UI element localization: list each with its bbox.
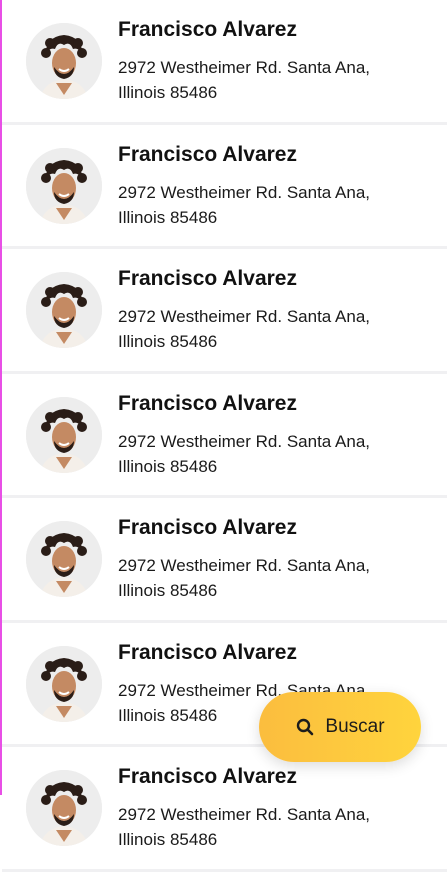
contact-address: 2972 Westheimer Rd. Santa Ana, Illinois …: [118, 429, 388, 479]
contact-address: 2972 Westheimer Rd. Santa Ana, Illinois …: [118, 180, 388, 230]
contact-name: Francisco Alvarez: [118, 391, 297, 415]
list-item[interactable]: Francisco Alvarez 2972 Westheimer Rd. Sa…: [2, 124, 447, 249]
list-item[interactable]: Francisco Alvarez 2972 Westheimer Rd. Sa…: [2, 0, 447, 125]
avatar-icon: [26, 147, 102, 224]
avatar: [26, 272, 102, 348]
contact-name: Francisco Alvarez: [118, 267, 297, 290]
avatar: [26, 147, 102, 224]
list-item[interactable]: Francisco Alvarez 2972 Westheimer Rd. Sa…: [2, 498, 447, 623]
list-item[interactable]: Francisco Alvarez 2972 Westheimer Rd. Sa…: [2, 747, 447, 872]
contact-address-line2: Illinois 85486: [118, 207, 218, 227]
avatar: [26, 521, 102, 597]
contact-address: 2972 Westheimer Rd. Santa Ana, Illinois …: [118, 55, 388, 105]
contact-address-line1: 2972 Westheimer Rd. Santa Ana,: [118, 58, 371, 77]
avatar-icon: [26, 770, 102, 846]
contact-name: Francisco Alvarez: [118, 142, 297, 166]
contact-address-line2: Illinois 85486: [118, 456, 218, 476]
contact-address-line1: 2972 Westheimer Rd. Santa Ana,: [118, 805, 371, 824]
avatar-icon: [26, 272, 102, 348]
contact-address-line2: Illinois 85486: [118, 581, 218, 600]
contact-address-line1: 2972 Westheimer Rd. Santa Ana,: [118, 556, 371, 575]
avatar-icon: [26, 521, 102, 597]
contact-address-line1: 2972 Westheimer Rd. Santa Ana,: [118, 307, 371, 326]
contact-name: Francisco Alvarez: [118, 640, 297, 664]
avatar-icon: [26, 23, 102, 99]
avatar: [26, 396, 102, 473]
avatar: [26, 645, 102, 722]
search-button[interactable]: Buscar: [259, 692, 421, 762]
avatar-icon: [26, 645, 102, 722]
search-icon: [295, 717, 315, 737]
contact-name: Francisco Alvarez: [118, 516, 297, 539]
contact-address-line2: Illinois 85486: [118, 830, 218, 849]
contact-address: 2972 Westheimer Rd. Santa Ana, Illinois …: [118, 304, 388, 354]
contact-address-line1: 2972 Westheimer Rd. Santa Ana,: [118, 182, 371, 202]
contact-address-line2: Illinois 85486: [118, 83, 218, 102]
contact-address: 2972 Westheimer Rd. Santa Ana, Illinois …: [118, 553, 388, 603]
contact-address: 2972 Westheimer Rd. Santa Ana, Illinois …: [118, 802, 388, 852]
contact-address-line2: Illinois 85486: [118, 332, 218, 351]
contact-name: Francisco Alvarez: [118, 18, 297, 41]
avatar: [26, 770, 102, 846]
avatar: [26, 23, 102, 99]
contact-address-line1: 2972 Westheimer Rd. Santa Ana,: [118, 431, 371, 451]
list-item[interactable]: Francisco Alvarez 2972 Westheimer Rd. Sa…: [2, 249, 447, 374]
search-button-label: Buscar: [325, 716, 385, 737]
contact-name: Francisco Alvarez: [118, 765, 297, 788]
list-item[interactable]: Francisco Alvarez 2972 Westheimer Rd. Sa…: [2, 373, 447, 498]
avatar-icon: [26, 396, 102, 473]
